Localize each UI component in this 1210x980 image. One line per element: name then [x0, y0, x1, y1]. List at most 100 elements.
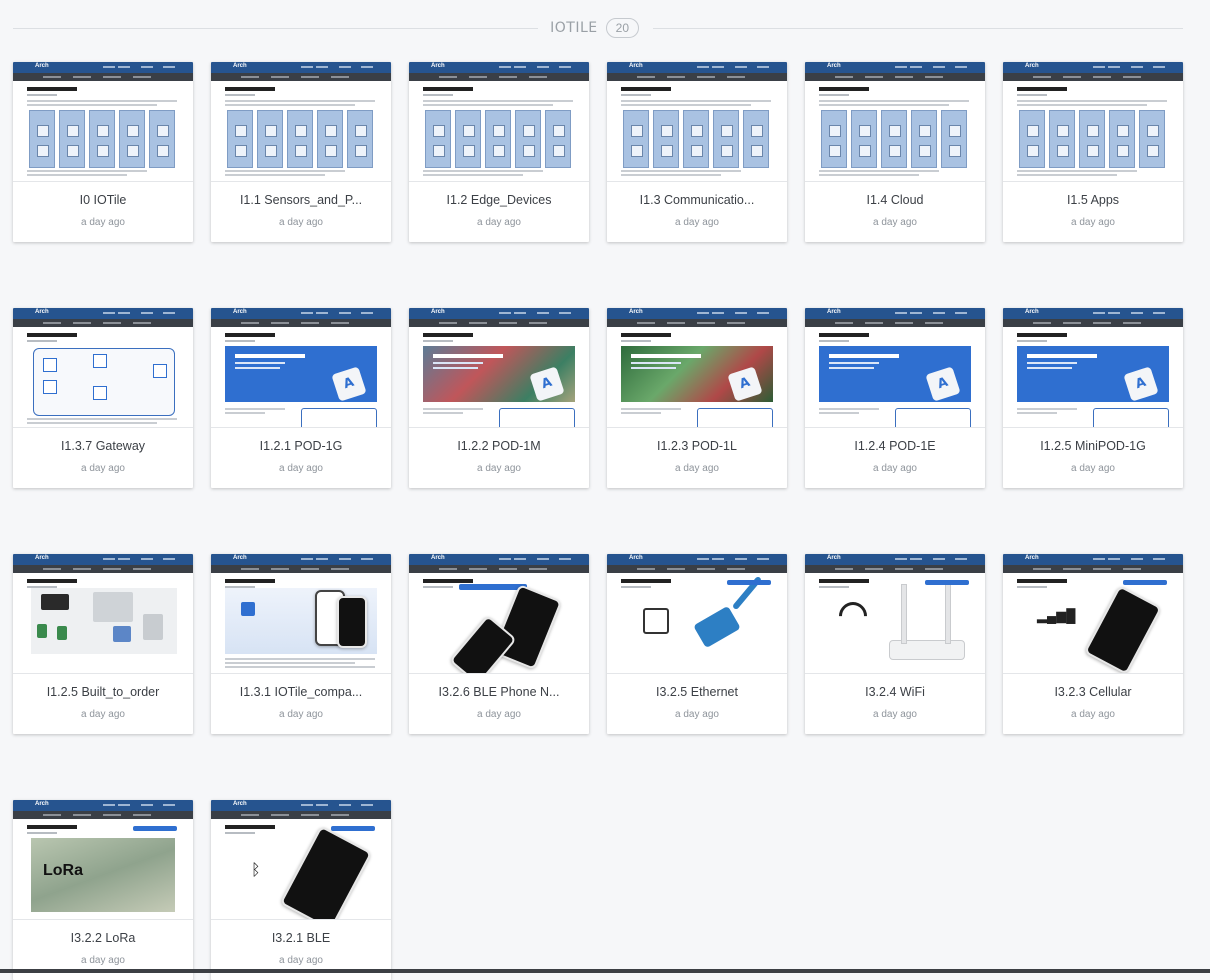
dashboard-card[interactable]: Arch I1.1 Sensors_and_P...a day ago	[211, 62, 391, 242]
arch-logo: Arch	[629, 63, 643, 69]
thumb-site-header: Arch	[805, 62, 985, 73]
card-title[interactable]: I1.4 Cloud	[805, 193, 985, 207]
thumb-heading	[225, 87, 275, 91]
card-title[interactable]: I0 IOTile	[13, 193, 193, 207]
card-thumbnail[interactable]: Arch	[13, 62, 193, 182]
card-thumbnail[interactable]: Arch	[13, 308, 193, 428]
card-thumbnail[interactable]: Arch	[211, 62, 391, 182]
dashboard-card[interactable]: Arch I1.3 Communicatio... a day ago	[607, 62, 787, 242]
thumb-panel	[287, 110, 313, 168]
card-thumbnail[interactable]: Arch ▂▄▆█	[1003, 554, 1183, 674]
card-thumbnail[interactable]: Arch LoRa	[13, 800, 193, 920]
thumb-heading	[819, 333, 869, 337]
thumb-sub-nav	[1003, 73, 1183, 81]
thumb-site-header: Arch	[13, 62, 193, 73]
section-title: IOTILE	[550, 20, 598, 36]
card-timestamp: a day ago	[873, 463, 917, 474]
card-title[interactable]: I1.2.5 MiniPOD-1G	[1003, 439, 1183, 453]
thumb-panel	[1049, 110, 1075, 168]
thumb-sub-nav	[211, 811, 391, 819]
card-title[interactable]: I3.2.1 BLE	[211, 931, 391, 945]
card-thumbnail[interactable]: Arch	[409, 62, 589, 182]
card-thumbnail[interactable]: Arch ᛒ	[211, 800, 391, 920]
card-thumbnail[interactable]: Arch	[607, 62, 787, 182]
card-title[interactable]: I1.3.1 IOTile_compa...	[211, 685, 391, 699]
thumb-sub-nav	[13, 811, 193, 819]
card-thumbnail[interactable]: Arch	[13, 554, 193, 674]
thumb-sub-nav	[409, 319, 589, 327]
arch-logo: Arch	[233, 309, 247, 315]
card-title[interactable]: I1.2.3 POD-1L	[607, 439, 787, 453]
thumb-site-header: Arch	[409, 62, 589, 73]
card-title[interactable]: I3.2.4 WiFi	[805, 685, 985, 699]
divider-left	[13, 27, 539, 29]
arch-logo: Arch	[233, 801, 247, 807]
thumb-panel	[425, 110, 451, 168]
dashboard-card[interactable]: Arch I1.2.3 POD-1L a day ago	[607, 308, 787, 488]
card-thumbnail[interactable]: Arch	[211, 308, 391, 428]
thumb-sub-nav	[13, 73, 193, 81]
card-title[interactable]: I1.2.5 Built_to_order	[13, 685, 193, 699]
dashboard-card[interactable]: Arch I1.5 Apps a day ago	[1003, 62, 1183, 242]
thumb-panel	[941, 110, 967, 168]
card-timestamp: a day ago	[81, 217, 125, 228]
card-title[interactable]: I1.1 Sensors_and_P...	[211, 193, 391, 207]
card-timestamp: a day ago	[279, 217, 323, 228]
card-title[interactable]: I1.3.7 Gateway	[13, 439, 193, 453]
card-thumbnail[interactable]: Arch	[805, 308, 985, 428]
card-thumbnail[interactable]: Arch	[805, 554, 985, 674]
thumb-heading	[27, 87, 77, 91]
dashboard-card[interactable]: Arch I3.2.4 WiFi a day ago	[805, 554, 985, 734]
dashboard-card[interactable]: Arch I1.2.5 MiniPOD-1G a day ago	[1003, 308, 1183, 488]
card-title[interactable]: I3.2.6 BLE Phone N...	[409, 685, 589, 699]
card-title[interactable]: I3.2.5 Ethernet	[607, 685, 787, 699]
card-title[interactable]: I3.2.3 Cellular	[1003, 685, 1183, 699]
dashboard-card[interactable]: Arch I1.3.7 Gateway a day ago	[13, 308, 193, 488]
dashboard-card[interactable]: Arch I1.3.1 IOTile_compa... a day ago	[211, 554, 391, 734]
dashboard-card[interactable]: Arch I0 IOTile a day ago	[13, 62, 193, 242]
card-thumbnail[interactable]: Arch	[211, 554, 391, 674]
thumb-panel	[29, 110, 55, 168]
section-header: IOTILE 20	[13, 17, 1183, 39]
card-thumbnail[interactable]: Arch	[1003, 308, 1183, 428]
dashboard-card[interactable]: Arch I3.2.6 BLE Phone N... a day ago	[409, 554, 589, 734]
dashboard-card[interactable]: Arch ᛒ I3.2.1 BLE a day ago	[211, 800, 391, 980]
thumb-panel	[257, 110, 283, 168]
card-timestamp: a day ago	[873, 217, 917, 228]
arch-logo: Arch	[35, 309, 49, 315]
card-timestamp: a day ago	[1071, 463, 1115, 474]
thumb-sub-nav	[409, 565, 589, 573]
card-title[interactable]: I1.2.1 POD-1G	[211, 439, 391, 453]
card-title[interactable]: I1.5 Apps	[1003, 193, 1183, 207]
card-timestamp: a day ago	[81, 709, 125, 720]
thumb-sub-nav	[211, 319, 391, 327]
arch-logo: Arch	[233, 555, 247, 561]
dashboard-card[interactable]: Arch I1.2.4 POD-1E a day ago	[805, 308, 985, 488]
card-thumbnail[interactable]: Arch	[607, 554, 787, 674]
dashboard-card[interactable]: Arch LoRa I3.2.2 LoRa a day ago	[13, 800, 193, 980]
dashboard-card[interactable]: Arch I1.4 Cloud a day ago	[805, 62, 985, 242]
thumb-heading	[621, 87, 671, 91]
dashboard-card[interactable]: Arch I1.2.5 Built_to_ordera day ago	[13, 554, 193, 734]
card-thumbnail[interactable]: Arch	[1003, 62, 1183, 182]
thumb-heading	[621, 333, 671, 337]
dashboard-card[interactable]: Arch I1.2.2 POD-1M a day ago	[409, 308, 589, 488]
dashboard-card[interactable]: Arch ▂▄▆█ I3.2.3 Cellular a day ago	[1003, 554, 1183, 734]
dashboard-card[interactable]: Arch I1.2.1 POD-1G a day ago	[211, 308, 391, 488]
dashboard-card[interactable]: Arch I3.2.5 Ethernet a day ago	[607, 554, 787, 734]
card-thumbnail[interactable]: Arch	[409, 308, 589, 428]
card-title[interactable]: I1.3 Communicatio...	[607, 193, 787, 207]
thumb-site-header: Arch	[211, 308, 391, 319]
card-title[interactable]: I1.2 Edge_Devices	[409, 193, 589, 207]
card-title[interactable]: I1.2.4 POD-1E	[805, 439, 985, 453]
arch-logo: Arch	[827, 309, 841, 315]
thumb-sub-nav	[1003, 319, 1183, 327]
card-title[interactable]: I1.2.2 POD-1M	[409, 439, 589, 453]
thumb-site-header: Arch	[13, 800, 193, 811]
thumb-sub-nav	[805, 319, 985, 327]
card-title[interactable]: I3.2.2 LoRa	[13, 931, 193, 945]
card-thumbnail[interactable]: Arch	[805, 62, 985, 182]
card-thumbnail[interactable]: Arch	[607, 308, 787, 428]
dashboard-card[interactable]: Arch I1.2 Edge_Devices a day ago	[409, 62, 589, 242]
card-thumbnail[interactable]: Arch	[409, 554, 589, 674]
